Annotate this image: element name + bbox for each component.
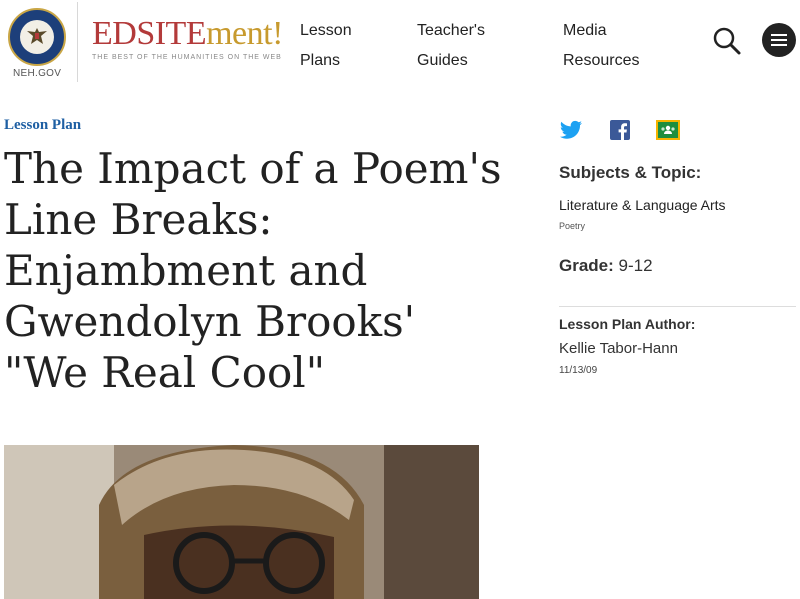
menu-bar: [771, 44, 787, 46]
subjects-heading: Subjects & Topic:: [559, 163, 702, 182]
author-name: Kellie Tabor-Hann: [559, 340, 678, 357]
neh-seal-logo[interactable]: [8, 8, 66, 66]
grade-label: Grade:: [559, 256, 614, 275]
menu-icon[interactable]: [762, 23, 796, 57]
nav-teachers-guides-line1: Teacher's: [417, 22, 485, 39]
nav-media-resources[interactable]: Media Resources: [563, 16, 683, 76]
brand-main: EDSITE: [92, 15, 207, 52]
nav-media-resources-line1: Media: [563, 22, 607, 39]
site-header: NEH.GOV EDSITEment! THE BEST OF THE HUMA…: [0, 0, 800, 85]
subject-link[interactable]: Literature & Language Arts: [559, 197, 726, 213]
twitter-icon[interactable]: [558, 118, 584, 142]
nav-lesson-plans[interactable]: Lesson Plans: [300, 16, 420, 76]
page-title: The Impact of a Poem's Line Breaks: Enja…: [4, 144, 502, 397]
menu-bar: [771, 39, 787, 41]
search-icon[interactable]: [712, 26, 742, 56]
nav-teachers-guides-line2: Guides: [417, 52, 468, 69]
author-heading: Lesson Plan Author:: [559, 316, 696, 332]
nav-lesson-plans-line2: Plans: [300, 52, 341, 69]
brand-tagline: THE BEST OF THE HUMANITIES ON THE WEB: [92, 54, 282, 61]
nav-lesson-plans-line1: Lesson: [300, 22, 352, 39]
portrait-photo: [4, 445, 479, 599]
nav-teachers-guides[interactable]: Teacher's Guides: [417, 16, 537, 76]
grade-value: 9-12: [613, 256, 653, 275]
eagle-icon: [27, 28, 47, 44]
nav-media-resources-line2: Resources: [563, 52, 640, 69]
menu-bar: [771, 34, 787, 36]
header-divider: [77, 2, 78, 82]
publish-date: 11/13/09: [559, 365, 598, 376]
brand-accent: ment!: [206, 15, 283, 52]
google-classroom-icon[interactable]: [655, 118, 681, 142]
facebook-icon[interactable]: [607, 118, 633, 142]
edsitement-logo[interactable]: EDSITEment!: [92, 14, 283, 54]
subsubject-link[interactable]: Poetry: [559, 221, 585, 231]
content-type-label[interactable]: Lesson Plan: [4, 117, 81, 134]
grade-info: Grade: 9-12: [559, 256, 653, 276]
neh-gov-label[interactable]: NEH.GOV: [13, 68, 61, 79]
sidebar-divider: [559, 306, 796, 307]
featured-photo: [4, 445, 479, 599]
